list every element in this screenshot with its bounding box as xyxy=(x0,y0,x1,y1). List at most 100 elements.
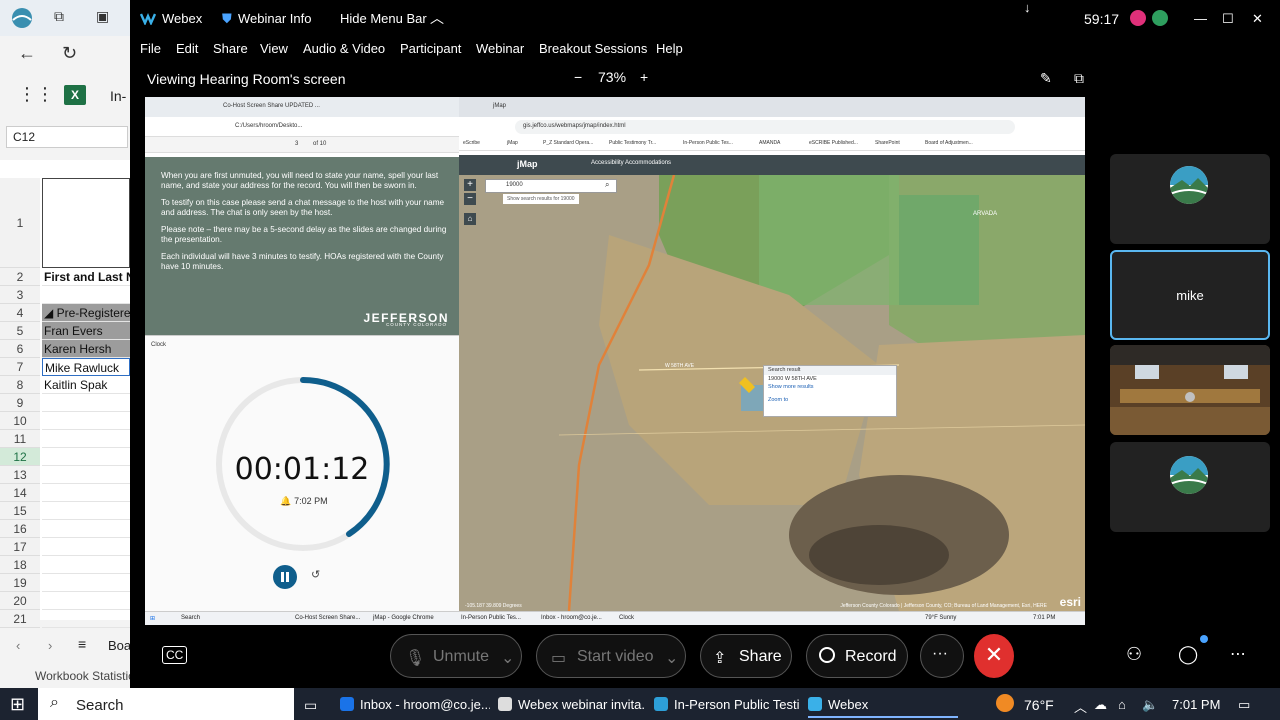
home-icon[interactable]: ⌂ xyxy=(464,213,476,225)
taskbar-app[interactable]: Webex webinar invita... xyxy=(498,697,646,712)
back-arrow-icon[interactable]: ← xyxy=(18,43,36,64)
bookmark-item[interactable]: P_Z Standard Opera... xyxy=(543,140,593,146)
table-cell[interactable] xyxy=(42,484,130,502)
search-icon[interactable]: ⌕ xyxy=(605,180,609,190)
bookmark-item[interactable]: AMANDA xyxy=(759,140,780,146)
participant-tile[interactable] xyxy=(1110,442,1270,532)
menu-item[interactable]: Breakout Sessions xyxy=(539,41,647,56)
participants-icon[interactable]: ⚇ xyxy=(1126,644,1142,665)
more-panels-icon[interactable]: ⋯ xyxy=(1230,644,1246,664)
table-cell[interactable] xyxy=(42,286,130,304)
table-cell[interactable]: ◢ Pre-Registered xyxy=(42,304,130,322)
sheet-prev-icon[interactable]: ‹ xyxy=(16,638,20,653)
row-header[interactable]: 4 xyxy=(0,304,40,322)
url-field[interactable]: gis.jeffco.us/webmaps/jmap/index.html xyxy=(515,120,1015,134)
hide-menu-bar-button[interactable]: Hide Menu Bar xyxy=(340,11,427,26)
row-header[interactable]: 18 xyxy=(0,556,40,574)
copy-icon[interactable]: ⧉ xyxy=(54,8,64,25)
zoom-out-button[interactable]: − xyxy=(574,69,582,85)
more-options-button[interactable]: ··· xyxy=(920,634,964,678)
notification-icon[interactable]: ▭ xyxy=(1238,697,1250,713)
show-more-results-link[interactable]: Show more results xyxy=(764,383,896,391)
table-cell[interactable] xyxy=(42,412,130,430)
taskbar-app[interactable]: Webex xyxy=(808,697,958,718)
leave-button[interactable]: ✕ xyxy=(974,634,1014,678)
pdf-tab[interactable]: Co-Host Screen Share UPDATED ... xyxy=(223,103,320,109)
unmute-button[interactable]: 🎙 Unmute ⌄ xyxy=(390,634,522,678)
refresh-icon[interactable]: ↻ xyxy=(62,43,77,64)
row-header[interactable]: 5 xyxy=(0,322,40,340)
chat-icon[interactable]: ◯ xyxy=(1178,644,1198,665)
row-header[interactable]: 20 xyxy=(0,592,40,610)
bookmark-item[interactable]: Board of Adjustmen... xyxy=(925,140,973,146)
taskbar-app[interactable]: Inbox - hroom@co.je... xyxy=(340,697,490,712)
table-cell[interactable]: First and Last Na xyxy=(42,268,130,286)
table-cell[interactable] xyxy=(42,430,130,448)
captions-icon[interactable]: CC xyxy=(162,646,188,664)
table-cell[interactable]: Karen Hersh xyxy=(42,340,130,358)
participant-tile[interactable] xyxy=(1110,154,1270,244)
menu-item[interactable]: Edit xyxy=(176,41,198,56)
bookmark-item[interactable]: eScribe xyxy=(463,140,480,146)
menu-item[interactable]: File xyxy=(140,41,161,56)
chevron-up-icon[interactable]: ︿ xyxy=(1074,697,1087,716)
bookmark-item[interactable]: SharePoint xyxy=(875,140,900,146)
reset-icon[interactable]: ↺ xyxy=(311,568,320,581)
table-cell[interactable] xyxy=(42,448,130,466)
bookmark-item[interactable]: eSCRIBE Published... xyxy=(809,140,858,146)
taskbar-search[interactable]: ⌕ Search xyxy=(38,688,294,720)
map-view[interactable]: 19000 ⌕ Show search results for 19000 + … xyxy=(459,175,1085,611)
search-hint[interactable]: Show search results for 19000 xyxy=(503,194,579,204)
row-header[interactable]: 10 xyxy=(0,412,40,430)
bookmark-item[interactable]: Public Testimony Tr... xyxy=(609,140,656,146)
table-cell[interactable] xyxy=(42,502,130,520)
share-button[interactable]: ⇪ Share xyxy=(700,634,792,678)
row-header[interactable]: 15 xyxy=(0,502,40,520)
minimize-icon[interactable]: — xyxy=(1194,11,1207,26)
excel-app-icon[interactable] xyxy=(10,6,34,33)
row-header[interactable]: 17 xyxy=(0,538,40,556)
bookmark-item[interactable]: jMap xyxy=(507,140,518,146)
excel-logo-icon[interactable]: X xyxy=(64,85,86,105)
pdf-page-input[interactable]: 3 xyxy=(295,141,298,147)
row-header[interactable]: 14 xyxy=(0,484,40,502)
start-video-button[interactable]: ▭ Start video ⌄ xyxy=(536,634,686,678)
row-header[interactable]: 16 xyxy=(0,520,40,538)
sheet-tab[interactable]: Boa xyxy=(108,638,131,653)
table-cell[interactable]: Kaitlin Spak xyxy=(42,376,130,394)
close-icon[interactable]: ✕ xyxy=(1252,11,1263,27)
row-header[interactable]: 12 xyxy=(0,448,40,466)
row-header[interactable]: 1 xyxy=(0,178,40,268)
bookmark-item[interactable]: In-Person Public Tes... xyxy=(683,140,733,146)
menu-item[interactable]: Audio & Video xyxy=(303,41,385,56)
zoom-in-button[interactable]: + xyxy=(640,69,648,85)
pdf-path[interactable]: C:/Users/hroom/Deskto... xyxy=(235,123,302,129)
record-button[interactable]: Record xyxy=(806,634,908,678)
table-cell[interactable]: Fran Evers xyxy=(42,322,130,340)
table-cell[interactable]: Mike Rawluck xyxy=(42,358,130,376)
table-cell[interactable] xyxy=(42,574,130,592)
chevron-up-icon[interactable]: ︿ xyxy=(430,8,444,28)
row-header[interactable]: 2 xyxy=(0,268,40,286)
row-header[interactable]: 8 xyxy=(0,376,40,394)
window-icon[interactable]: ▣ xyxy=(96,8,109,25)
table-cell[interactable] xyxy=(42,466,130,484)
map-search-input[interactable]: 19000 xyxy=(485,179,617,193)
row-header[interactable]: 6 xyxy=(0,340,40,358)
row-header[interactable]: 3 xyxy=(0,286,40,304)
windows-start-icon[interactable]: ⊞ xyxy=(10,694,25,715)
table-cell[interactable] xyxy=(42,592,130,610)
table-cell[interactable] xyxy=(42,538,130,556)
menu-item[interactable]: Help xyxy=(656,41,683,56)
webinar-info-button[interactable]: Webinar Info xyxy=(238,11,311,26)
menu-item[interactable]: Webinar xyxy=(476,41,524,56)
menu-item[interactable]: Share xyxy=(213,41,248,56)
volume-icon[interactable]: 🔈 xyxy=(1142,697,1158,713)
sheet-menu-icon[interactable]: ≡ xyxy=(78,636,86,652)
participant-tile-mike[interactable]: mike xyxy=(1110,250,1270,340)
sheet-next-icon[interactable]: › xyxy=(48,638,52,653)
zoom-in-map-button[interactable]: + xyxy=(464,179,476,191)
row-header[interactable]: 7 xyxy=(0,358,40,376)
zoom-out-map-button[interactable]: − xyxy=(464,193,476,205)
chrome-tab[interactable]: jMap xyxy=(493,103,506,109)
